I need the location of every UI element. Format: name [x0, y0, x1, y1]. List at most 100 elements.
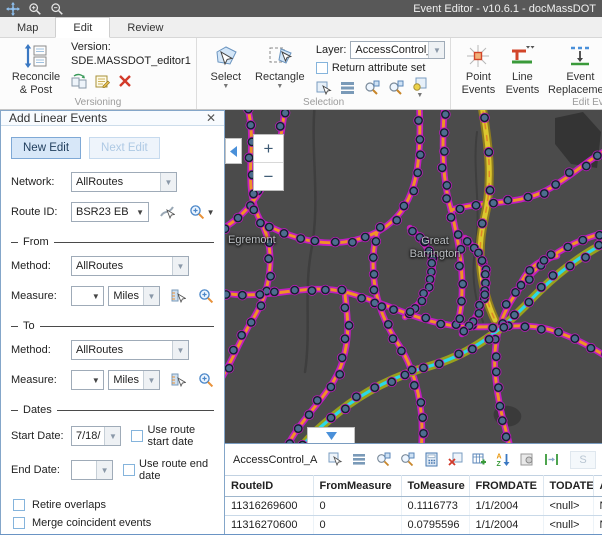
from-section-label: From — [23, 236, 49, 248]
select-button[interactable]: Select ▼ — [202, 41, 250, 90]
map-canvas[interactable]: Egremont Great Barrington + − — [225, 110, 602, 443]
versioning-group-label: Versioning — [0, 97, 196, 108]
line-events-label: Line Events — [503, 71, 541, 96]
to-zoom-measure-icon[interactable] — [198, 372, 214, 388]
col-routeid[interactable]: RouteID — [225, 476, 313, 497]
col-fromdate[interactable]: FROMDATE — [469, 476, 543, 497]
table-row[interactable]: 11316269600 0 0.1116773 1/1/2004 <null> … — [225, 497, 602, 516]
save-button[interactable]: S — [570, 451, 595, 469]
table-layer-select[interactable]: AccessControl_A — [233, 454, 317, 466]
rectangle-dropdown-caret[interactable]: ▼ — [276, 84, 283, 89]
window-title: Event Editor - v10.6.1 - docMassDOT — [413, 3, 596, 15]
zoom-out-icon[interactable] — [50, 2, 64, 16]
use-route-end-date-checkbox[interactable] — [123, 464, 135, 476]
map-zoom-out-button[interactable]: − — [254, 163, 283, 190]
start-date-arrow-icon: ▼ — [104, 427, 120, 445]
layer-select-arrow-icon: ▼ — [428, 42, 444, 58]
layer-select[interactable]: AccessControl_A ▼ — [350, 41, 445, 59]
line-events-button[interactable]: Line Events — [500, 41, 544, 97]
next-edit-button[interactable]: Next Edit — [89, 137, 160, 159]
cell-frommeasure: 0 — [313, 516, 401, 535]
use-route-start-date-checkbox[interactable] — [131, 430, 143, 442]
start-date-value: 7/18/ — [72, 430, 104, 442]
select-route-on-map-icon[interactable] — [159, 204, 175, 220]
zoom-to-selection-icon[interactable] — [364, 80, 380, 96]
cell-todate: <null> — [543, 516, 593, 535]
col-tomeasure[interactable]: ToMeasure — [401, 476, 469, 497]
event-replacement-button[interactable]: Event Replacement — [544, 41, 602, 97]
new-version-icon[interactable] — [94, 73, 110, 89]
table-select-features-icon[interactable] — [328, 452, 343, 467]
network-select[interactable]: AllRoutes ▼ — [71, 172, 177, 192]
table-sort-icon[interactable]: AZ — [496, 452, 511, 467]
pan-to-selection-icon[interactable] — [388, 80, 404, 96]
reconcile-post-button[interactable]: Reconcile & Post — [5, 41, 67, 97]
zoom-in-icon[interactable] — [28, 2, 42, 16]
end-date-picker[interactable]: ▼ — [71, 460, 113, 480]
map-zoom-in-button[interactable]: + — [254, 135, 283, 163]
cell-fromdate: 1/1/2004 — [469, 516, 543, 535]
to-measure-label: Measure: — [11, 374, 67, 386]
attribute-table-panel: AccessControl_A AZ — [225, 443, 602, 535]
point-events-button[interactable]: Point Events — [456, 41, 500, 97]
ribbon-group-selection: Select ▼ Rectangle ▼ Layer: AccessContro… — [197, 38, 452, 109]
add-linear-events-panel: Add Linear Events ✕ New Edit Next Edit N… — [0, 110, 225, 535]
retire-overlaps-label: Retire overlaps — [32, 499, 106, 511]
from-measure-combobox[interactable]: ▼ — [71, 286, 104, 306]
merge-coincident-events-checkbox[interactable] — [13, 517, 25, 529]
from-method-select[interactable]: AllRoutes ▼ — [71, 256, 189, 276]
col-frommeasure[interactable]: FromMeasure — [313, 476, 401, 497]
table-row[interactable]: 11316270600 0 0.0795596 1/1/2004 <null> … — [225, 516, 602, 535]
select-dropdown-caret[interactable]: ▼ — [222, 84, 229, 89]
table-measure-range-icon[interactable] — [544, 452, 559, 467]
ribbon: Reconcile & Post Version: SDE.MASSDOT_ed… — [0, 38, 602, 110]
cell-routeid: 11316270600 — [225, 516, 313, 535]
col-accesscontrol[interactable]: AC — [593, 476, 602, 497]
table-calculator-icon[interactable] — [424, 452, 439, 467]
selection-group-label: Selection — [197, 97, 451, 108]
route-id-combobox[interactable]: BSR23 EB ▼ — [71, 202, 149, 222]
ribbon-group-versioning: Reconcile & Post Version: SDE.MASSDOT_ed… — [0, 38, 197, 109]
delete-version-icon[interactable] — [117, 73, 133, 89]
new-edit-button[interactable]: New Edit — [11, 137, 81, 159]
start-date-picker[interactable]: 7/18/ ▼ — [71, 426, 121, 446]
from-zoom-measure-icon[interactable] — [198, 288, 214, 304]
pan-icon[interactable] — [6, 2, 20, 16]
col-todate[interactable]: TODATE — [543, 476, 593, 497]
rectangle-button[interactable]: Rectangle ▼ — [250, 41, 310, 90]
select-by-shape-icon[interactable] — [316, 80, 332, 96]
to-measure-arrow-icon: ▼ — [88, 371, 103, 389]
rectangle-label: Rectangle — [255, 71, 305, 84]
dates-section-label: Dates — [23, 404, 52, 416]
from-units-select[interactable]: Miles ▼ — [108, 286, 160, 306]
show-records-icon[interactable] — [340, 80, 356, 96]
to-method-arrow-icon: ▼ — [172, 341, 188, 359]
tab-edit[interactable]: Edit — [55, 17, 110, 38]
change-version-icon[interactable] — [71, 73, 87, 89]
table-clear-selection-icon[interactable] — [448, 452, 463, 467]
select-icon — [213, 43, 239, 69]
to-method-select[interactable]: AllRoutes ▼ — [71, 340, 189, 360]
zoom-to-route-button[interactable]: ▼ — [189, 204, 215, 220]
collapse-panel-button[interactable] — [225, 138, 242, 164]
map-label-great-barrington: Great Barrington — [403, 235, 467, 260]
tab-review[interactable]: Review — [110, 18, 180, 37]
to-measure-combobox[interactable]: ▼ — [71, 370, 104, 390]
tab-map[interactable]: Map — [0, 18, 55, 37]
line-events-icon — [509, 43, 535, 69]
selection-options-button[interactable]: ▼ — [412, 77, 428, 98]
to-pick-measure-icon[interactable] — [170, 372, 186, 388]
table-attribute-set-icon[interactable] — [520, 452, 535, 467]
to-units-select[interactable]: Miles ▼ — [108, 370, 160, 390]
return-attribute-set-checkbox[interactable] — [316, 62, 328, 74]
from-pick-measure-icon[interactable] — [170, 288, 186, 304]
table-add-records-icon[interactable] — [472, 452, 487, 467]
table-show-records-icon[interactable] — [352, 452, 367, 467]
route-id-value: BSR23 EB — [72, 206, 133, 218]
collapse-table-button[interactable] — [307, 427, 355, 443]
table-zoom-to-selected-icon[interactable] — [376, 452, 391, 467]
table-pan-to-selected-icon[interactable] — [400, 452, 415, 467]
cell-fromdate: 1/1/2004 — [469, 497, 543, 516]
retire-overlaps-checkbox[interactable] — [13, 499, 25, 511]
close-icon[interactable]: ✕ — [206, 111, 216, 125]
